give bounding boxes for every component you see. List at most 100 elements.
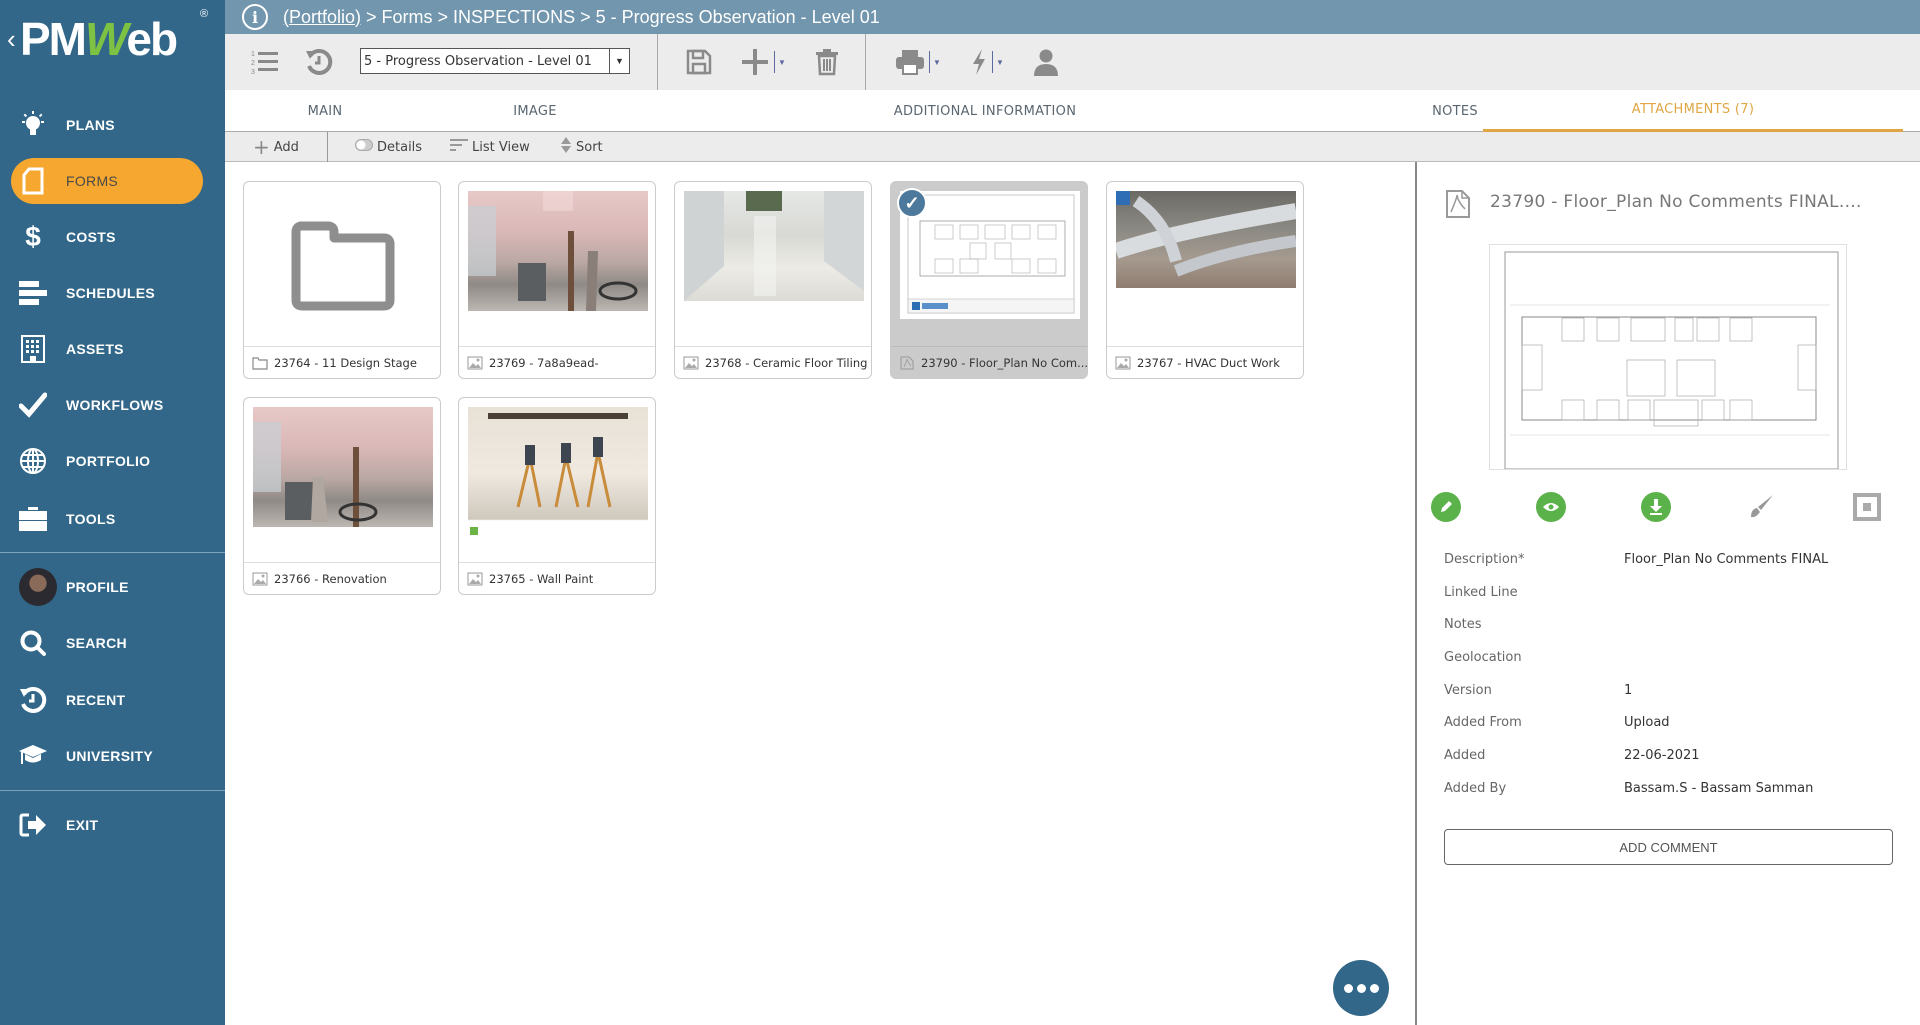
numbered-list-icon[interactable]: 1 2 3 — [251, 46, 279, 78]
list-view-icon — [450, 138, 468, 156]
sort-button[interactable]: Sort — [560, 132, 603, 162]
info-icon[interactable]: i — [242, 4, 268, 30]
chevron-down-icon[interactable]: ▼ — [609, 49, 629, 73]
markup-brush-icon[interactable] — [1747, 492, 1777, 522]
image-icon — [252, 572, 268, 585]
sidebar-item-label: ASSETS — [66, 341, 124, 357]
sidebar-divider — [0, 552, 225, 553]
attachment-actions — [1417, 492, 1920, 532]
wall-paint-photo-thumbnail — [468, 407, 648, 539]
sidebar-item-label: WORKFLOWS — [66, 397, 164, 413]
attachment-card[interactable]: 23768 - Ceramic Floor Tiling — [674, 181, 872, 379]
breadcrumb-portfolio-link[interactable]: (Portfolio) — [283, 7, 361, 27]
sidebar-item-university[interactable]: UNIVERSITY — [0, 733, 225, 779]
record-select-value: 5 - Progress Observation - Level 01 — [364, 53, 592, 69]
attachment-detail-panel: 23790 - Floor_Plan No Comments FINAL....… — [1417, 162, 1920, 1025]
selected-checkmark-icon[interactable]: ✓ — [897, 188, 927, 218]
attachment-caption: 23790 - Floor_Plan No Com... — [921, 355, 1087, 370]
avatar — [19, 568, 57, 606]
sidebar-item-tools[interactable]: TOOLS — [0, 496, 225, 542]
description-value[interactable]: Floor_Plan No Comments FINAL — [1624, 552, 1828, 567]
attachment-preview[interactable] — [1489, 244, 1847, 470]
tab-additional-information[interactable]: ADDITIONAL INFORMATION — [845, 90, 1125, 132]
sidebar-item-label: UNIVERSITY — [66, 748, 154, 764]
attachment-caption: 23768 - Ceramic Floor Tiling — [705, 355, 868, 370]
sidebar-item-label: RECENT — [66, 692, 126, 708]
add-icon[interactable]: ▼ — [740, 46, 786, 78]
sidebar-item-label: SEARCH — [66, 635, 127, 651]
caret-down-icon[interactable]: ▼ — [996, 58, 1004, 67]
sidebar-item-assets[interactable]: ASSETS — [0, 326, 225, 372]
attachment-card[interactable]: 23769 - 7a8a9ead- — [458, 181, 656, 379]
attachment-card[interactable]: 23766 - Renovation — [243, 397, 441, 595]
sidebar-item-label: COSTS — [66, 229, 116, 245]
caret-down-icon[interactable]: ▼ — [933, 58, 941, 67]
folder-icon — [252, 356, 268, 370]
property-row-linked-line: Linked Line — [1444, 584, 1518, 600]
download-icon[interactable] — [1641, 492, 1671, 522]
lightning-icon[interactable]: ▼ — [970, 46, 1004, 78]
exit-icon — [18, 810, 48, 840]
property-row-geolocation: Geolocation — [1444, 650, 1522, 666]
sidebar-item-label: FORMS — [66, 173, 119, 189]
details-toggle[interactable]: Details — [355, 132, 422, 162]
sidebar-item-search[interactable]: SEARCH — [0, 620, 225, 666]
collapse-chevron-icon[interactable]: ‹ — [7, 24, 16, 55]
pdf-icon — [900, 356, 914, 369]
user-icon[interactable] — [1032, 46, 1060, 78]
view-eye-icon[interactable] — [1536, 492, 1566, 522]
building-icon — [18, 334, 48, 364]
add-button[interactable]: + Add — [253, 132, 299, 162]
ceramic-floor-photo-thumbnail — [684, 191, 864, 301]
more-actions-button[interactable] — [1333, 960, 1389, 1016]
property-row-added-by: Added By Bassam.S - Bassam Samman — [1444, 780, 1814, 796]
tab-main[interactable]: MAIN — [225, 90, 425, 132]
tab-attachments[interactable]: ATTACHMENTS (7) — [1483, 90, 1903, 132]
sidebar-item-label: EXIT — [66, 817, 99, 833]
property-row-added: Added 22-06-2021 — [1444, 748, 1700, 764]
sidebar-item-workflows[interactable]: WORKFLOWS — [0, 382, 225, 428]
caret-down-icon[interactable]: ▼ — [778, 58, 786, 67]
add-comment-button[interactable]: ADD COMMENT — [1444, 829, 1893, 865]
svg-text:1: 1 — [251, 51, 255, 58]
attachment-card[interactable]: 23767 - HVAC Duct Work — [1106, 181, 1304, 379]
sidebar-item-costs[interactable]: $ COSTS — [0, 214, 225, 260]
svg-text:3: 3 — [251, 69, 255, 75]
record-select[interactable]: 5 - Progress Observation - Level 01 ▼ — [360, 48, 630, 74]
edit-pencil-icon[interactable] — [1431, 492, 1461, 522]
form-icon — [18, 166, 48, 196]
delete-icon[interactable] — [815, 46, 839, 78]
renovation-photo-thumbnail — [468, 191, 648, 311]
sidebar-item-profile[interactable]: PROFILE — [0, 564, 225, 610]
pmweb-logo[interactable]: ‹ PMWeb ® — [0, 0, 225, 80]
attachment-title: 23790 - Floor_Plan No Comments FINAL.... — [1490, 192, 1862, 212]
tab-image[interactable]: IMAGE — [425, 90, 645, 132]
sidebar-item-exit[interactable]: EXIT — [0, 802, 225, 848]
search-icon — [18, 628, 48, 658]
fullscreen-frame-icon[interactable] — [1852, 492, 1882, 522]
pdf-icon — [1445, 190, 1471, 223]
attachments-toolbar: + Add Details List View Sort — [225, 132, 1920, 162]
sidebar-item-recent[interactable]: RECENT — [0, 677, 225, 723]
attachment-card-selected[interactable]: ✓ 23790 - Floor_Plan No Com... — [890, 181, 1088, 379]
sidebar-item-schedules[interactable]: SCHEDULES — [0, 270, 225, 316]
sidebar-item-portfolio[interactable]: PORTFOLIO — [0, 438, 225, 484]
history-icon[interactable] — [305, 46, 333, 78]
breadcrumb-path: > Forms > INSPECTIONS > 5 - Progress Obs… — [361, 6, 880, 27]
print-icon[interactable]: ▼ — [895, 46, 941, 78]
list-view-button[interactable]: List View — [450, 132, 530, 162]
attachment-caption: 23766 - Renovation — [274, 571, 387, 586]
sidebar-item-label: PORTFOLIO — [66, 453, 151, 469]
attachment-card[interactable]: 23765 - Wall Paint — [458, 397, 656, 595]
save-icon[interactable] — [685, 46, 713, 78]
sidebar-item-label: TOOLS — [66, 511, 116, 527]
sidebar-item-forms[interactable]: FORMS — [0, 158, 225, 204]
toolbar: 1 2 3 5 - Progress Observation - Level 01 … — [225, 34, 1920, 90]
history-icon — [18, 685, 48, 715]
app-root: ‹ PMWeb ® PLANS FORMS $ COSTS SCHEDULES … — [0, 0, 1920, 1025]
plus-icon: + — [253, 135, 270, 159]
graduation-cap-icon — [18, 741, 48, 771]
property-row-added-from: Added From Upload — [1444, 715, 1670, 731]
sidebar-item-plans[interactable]: PLANS — [0, 102, 225, 148]
attachment-card[interactable]: 23764 - 11 Design Stage — [243, 181, 441, 379]
